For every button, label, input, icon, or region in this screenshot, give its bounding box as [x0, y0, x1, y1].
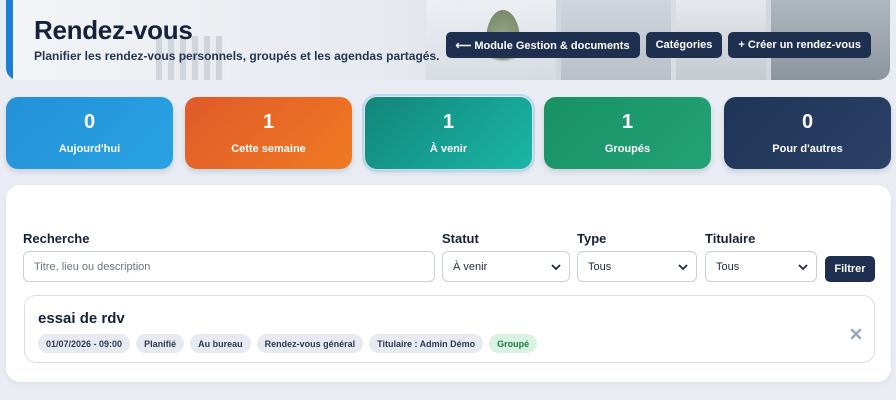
stat-card-grouped[interactable]: 1 Groupés [544, 97, 711, 169]
back-to-module-button[interactable]: ⟵ Module Gestion & documents [445, 32, 640, 58]
owner-tag: Titulaire : Admin Démo [369, 334, 484, 353]
categories-button[interactable]: Catégories [645, 32, 723, 58]
stat-value: 1 [621, 111, 634, 133]
type-label: Type [577, 231, 607, 246]
chevron-down-icon [798, 263, 808, 270]
stat-label: Groupés [604, 143, 651, 155]
page-header: Rendez-vous Planifier les rendez-vous pe… [6, 0, 890, 80]
stat-card-this-week[interactable]: 1 Cette semaine [185, 97, 352, 169]
appointment-title: essai de rdv [38, 310, 125, 327]
date-tag: 01/07/2026 - 09:00 [38, 334, 131, 353]
appointment-card[interactable]: essai de rdv 01/07/2026 - 09:00 Planifié… [24, 295, 875, 363]
stat-value: 0 [801, 111, 814, 133]
owner-label: Titulaire [705, 231, 756, 246]
stat-label: Cette semaine [231, 143, 306, 155]
stat-label: Aujourd'hui [58, 143, 121, 155]
stat-value: 0 [83, 111, 96, 133]
stat-value: 1 [262, 111, 275, 133]
owner-select-value: Tous [716, 260, 740, 273]
page-subtitle: Planifier les rendez-vous personnels, gr… [34, 49, 440, 63]
search-input[interactable]: Titre, lieu ou description [23, 251, 435, 282]
stat-card-upcoming[interactable]: 1 À venir [362, 94, 535, 172]
location-tag: Au bureau [190, 334, 251, 353]
search-label: Recherche [23, 231, 90, 246]
status-select[interactable]: À venir [442, 251, 570, 282]
close-icon[interactable] [850, 328, 862, 340]
status-select-value: À venir [453, 260, 488, 273]
grouped-badge: Groupé [489, 334, 538, 353]
create-appointment-button[interactable]: + Créer un rendez-vous [728, 32, 871, 58]
stat-card-today[interactable]: 0 Aujourd'hui [6, 97, 173, 169]
status-label: Statut [442, 231, 479, 246]
chevron-down-icon [678, 263, 688, 270]
appointments-panel: Recherche Statut Type Titulaire Titre, l… [6, 185, 891, 382]
stat-label: À venir [429, 143, 468, 155]
status-tag: Planifié [136, 334, 185, 353]
stat-value: 1 [442, 111, 455, 133]
appointment-tags: 01/07/2026 - 09:00 Planifié Au bureau Re… [38, 334, 538, 353]
filter-button[interactable]: Filtrer [825, 256, 875, 282]
header-actions: ⟵ Module Gestion & documents Catégories … [445, 32, 871, 58]
category-tag: Rendez-vous général [256, 334, 364, 353]
chevron-down-icon [551, 263, 561, 270]
stat-card-for-others[interactable]: 0 Pour d'autres [724, 97, 891, 169]
type-select-value: Tous [588, 260, 612, 273]
page-title: Rendez-vous [34, 15, 193, 45]
stat-label: Pour d'autres [772, 143, 843, 155]
type-select[interactable]: Tous [577, 251, 697, 282]
owner-select[interactable]: Tous [705, 251, 817, 282]
stats-row: 0 Aujourd'hui 1 Cette semaine 1 À venir … [6, 94, 891, 172]
